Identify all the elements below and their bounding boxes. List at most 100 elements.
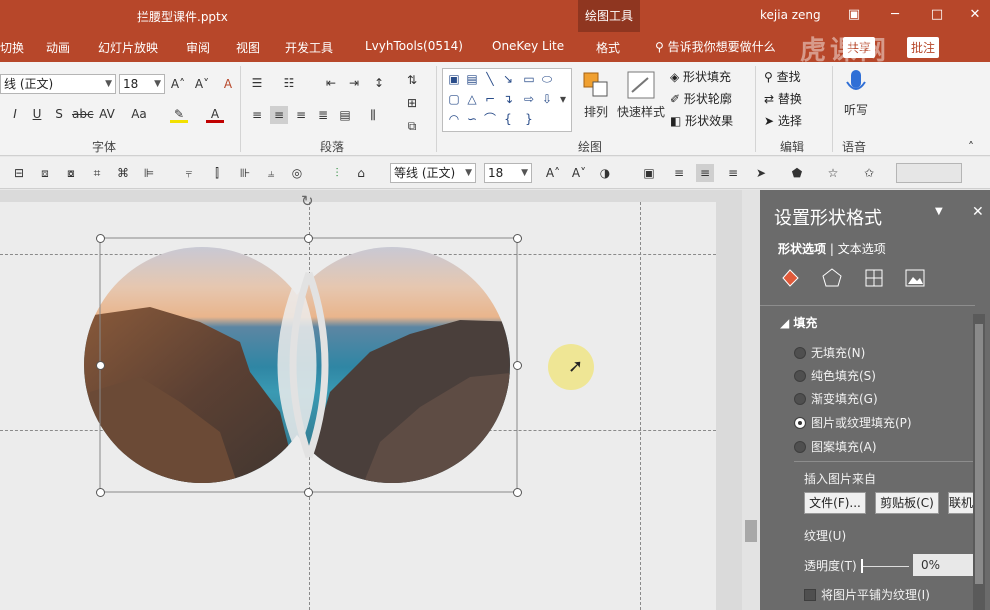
shape-fill-button[interactable]: ◈ 形状填充 bbox=[670, 68, 731, 85]
quick-align-left-icon[interactable]: ≡ bbox=[670, 164, 688, 182]
canvas-scrollbar[interactable] bbox=[742, 190, 760, 610]
pane-options-icon[interactable]: ▼ bbox=[935, 206, 943, 217]
tab-view[interactable]: 视图 bbox=[236, 39, 260, 56]
crop-icon[interactable]: ⌗ bbox=[88, 164, 106, 182]
comment-button[interactable]: 批注 bbox=[907, 37, 940, 58]
transparency-input[interactable]: 0% bbox=[913, 554, 973, 576]
shape-effects-quick-icon[interactable]: ▣ bbox=[640, 164, 658, 182]
replace-button[interactable]: ⇄ 替换 bbox=[764, 90, 802, 107]
distribute-v-icon[interactable]: ⊪ bbox=[236, 164, 254, 182]
quick-select-icon[interactable]: ➤ bbox=[752, 164, 770, 182]
resize-handle-ne[interactable] bbox=[513, 234, 522, 243]
shrink-font-icon[interactable]: A˅ bbox=[570, 164, 588, 182]
resize-handle-n[interactable] bbox=[304, 234, 313, 243]
radio-no-fill[interactable]: 无填充(N) bbox=[794, 344, 865, 361]
tab-shape-options[interactable]: 形状选项 bbox=[778, 242, 826, 256]
quick-styles-button[interactable]: 快速样式 bbox=[616, 70, 666, 120]
select-button[interactable]: ➤ 选择 bbox=[764, 112, 802, 129]
decrease-font-icon[interactable]: A˅ bbox=[193, 75, 211, 93]
strikethrough-icon[interactable]: abc bbox=[72, 105, 94, 123]
tile-checkbox[interactable]: 将图片平铺为纹理(I) bbox=[804, 586, 930, 603]
tab-animations[interactable]: 动画 bbox=[46, 39, 70, 56]
radio-pattern-fill[interactable]: 图案填充(A) bbox=[794, 438, 877, 455]
change-case-icon[interactable]: Aa bbox=[130, 105, 148, 123]
pane-scrollbar[interactable] bbox=[973, 314, 985, 610]
line-spacing-icon[interactable]: ↕ bbox=[370, 74, 388, 92]
underline-icon[interactable]: U bbox=[28, 105, 46, 123]
vertical-textbox-shape-icon[interactable]: ▤ bbox=[464, 71, 480, 87]
effects-icon[interactable] bbox=[820, 266, 844, 290]
down-arrow-shape-icon[interactable]: ⇩ bbox=[539, 91, 555, 107]
triangle-shape-icon[interactable]: △ bbox=[464, 91, 480, 107]
pane-close-icon[interactable]: ✕ bbox=[972, 204, 984, 220]
maximize-icon[interactable]: □ bbox=[928, 6, 946, 24]
smartart-icon[interactable]: ⧉ bbox=[403, 117, 421, 135]
shapes-gallery[interactable]: ▣ ▤ ╲ ↘ ▭ ⬭ ▢ △ ⌐ ↴ ⇨ ⇩ ◠ ∽ ⌒ { } ▾ bbox=[442, 68, 572, 132]
increase-indent-icon[interactable]: ⇥ bbox=[345, 74, 363, 92]
clear-format-icon[interactable]: A bbox=[219, 75, 237, 93]
dictate-button[interactable]: 听写 bbox=[838, 68, 874, 118]
format-painter-icon[interactable]: ⌂ bbox=[352, 164, 370, 182]
left-brace-shape-icon[interactable]: { bbox=[500, 111, 516, 127]
picture-icon[interactable] bbox=[903, 266, 927, 290]
tell-me-search[interactable]: ⚲ 告诉我你想要做什么 bbox=[655, 38, 776, 55]
shape-effects-button[interactable]: ◧ 形状效果 bbox=[670, 112, 733, 129]
quick-star-icon[interactable]: ☆ bbox=[824, 164, 842, 182]
resize-handle-sw[interactable] bbox=[96, 488, 105, 497]
rotate-handle-icon[interactable]: ↻ bbox=[301, 192, 314, 210]
radio-gradient-fill[interactable]: 渐变填充(G) bbox=[794, 390, 878, 407]
tab-format[interactable]: 格式 bbox=[596, 39, 620, 56]
align-text-icon[interactable]: ⊞ bbox=[403, 94, 421, 112]
align-left-objects-icon[interactable]: ⊫ bbox=[140, 164, 158, 182]
freeform-shape-icon[interactable]: ◠ bbox=[446, 111, 462, 127]
decrease-indent-icon[interactable]: ⇤ bbox=[322, 74, 340, 92]
char-spacing-icon[interactable]: AV bbox=[98, 105, 116, 123]
distributed-icon[interactable]: ▤ bbox=[336, 106, 354, 124]
tab-onekey[interactable]: OneKey Lite bbox=[492, 39, 564, 53]
highlight-icon[interactable]: ✎ bbox=[170, 105, 188, 123]
resize-handle-s[interactable] bbox=[304, 488, 313, 497]
oval-shape-icon[interactable]: ⬭ bbox=[539, 71, 555, 87]
quick-shape-icon[interactable]: ⬟ bbox=[788, 164, 806, 182]
arrow-line-shape-icon[interactable]: ↘ bbox=[500, 71, 516, 87]
elbow-connector-shape-icon[interactable]: ⌐ bbox=[482, 91, 498, 107]
ungroup-icon[interactable]: ⧇ bbox=[62, 164, 80, 182]
line-shape-icon[interactable]: ╲ bbox=[482, 71, 498, 87]
text-direction-icon[interactable]: ⇅ bbox=[403, 71, 421, 89]
right-brace-shape-icon[interactable]: } bbox=[521, 111, 537, 127]
arc-shape-icon[interactable]: ⌒ bbox=[482, 111, 498, 127]
resize-handle-se[interactable] bbox=[513, 488, 522, 497]
distribute-h-icon[interactable]: ⫿ bbox=[208, 164, 226, 182]
align-objects-icon[interactable]: ⊟ bbox=[10, 164, 28, 182]
tab-slideshow[interactable]: 幻灯片放映 bbox=[98, 39, 158, 56]
fill-line-icon[interactable] bbox=[778, 266, 802, 290]
quick-font-name-combo[interactable]: 等线 (正文) ▼ bbox=[390, 163, 476, 183]
tab-developer[interactable]: 开发工具 bbox=[285, 39, 333, 56]
clipboard-button[interactable]: 剪贴板(C) bbox=[875, 492, 939, 514]
merge-shapes-icon[interactable]: ◎ bbox=[288, 164, 306, 182]
font-size-combo[interactable]: 18 ▼ bbox=[119, 74, 165, 94]
group-icon[interactable]: ⧈ bbox=[36, 164, 54, 182]
align-middle-icon[interactable]: ⫨ bbox=[262, 164, 280, 182]
pane-scroll-thumb[interactable] bbox=[975, 324, 983, 584]
rounded-rect-shape-icon[interactable]: ▢ bbox=[446, 91, 462, 107]
selection-pane-icon[interactable]: ⌘ bbox=[114, 164, 132, 182]
two-circle-picture-shape[interactable] bbox=[0, 202, 716, 610]
radio-solid-fill[interactable]: 纯色填充(S) bbox=[794, 367, 876, 384]
find-button[interactable]: ⚲ 查找 bbox=[764, 68, 801, 85]
arrange-button[interactable]: 排列 bbox=[578, 70, 614, 120]
font-color-icon[interactable]: A bbox=[206, 105, 224, 123]
fill-section-header[interactable]: ◢ 填充 bbox=[780, 314, 817, 331]
align-right-icon[interactable]: ≡ bbox=[292, 106, 310, 124]
columns-icon[interactable]: ⫼ bbox=[364, 106, 382, 124]
resize-handle-w[interactable] bbox=[96, 361, 105, 370]
grow-font-icon[interactable]: A˄ bbox=[544, 164, 562, 182]
drawing-tools-tab[interactable]: 绘图工具 bbox=[578, 0, 640, 32]
close-icon[interactable]: ✕ bbox=[966, 6, 984, 24]
align-center-icon[interactable]: ≡ bbox=[270, 106, 288, 124]
file-button[interactable]: 文件(F)... bbox=[804, 492, 866, 514]
shadow-icon[interactable]: S bbox=[50, 105, 68, 123]
minimize-icon[interactable]: ─ bbox=[886, 6, 904, 24]
elbow-arrow-shape-icon[interactable]: ↴ bbox=[500, 91, 516, 107]
ribbon-display-icon[interactable]: ▣ bbox=[845, 6, 863, 24]
